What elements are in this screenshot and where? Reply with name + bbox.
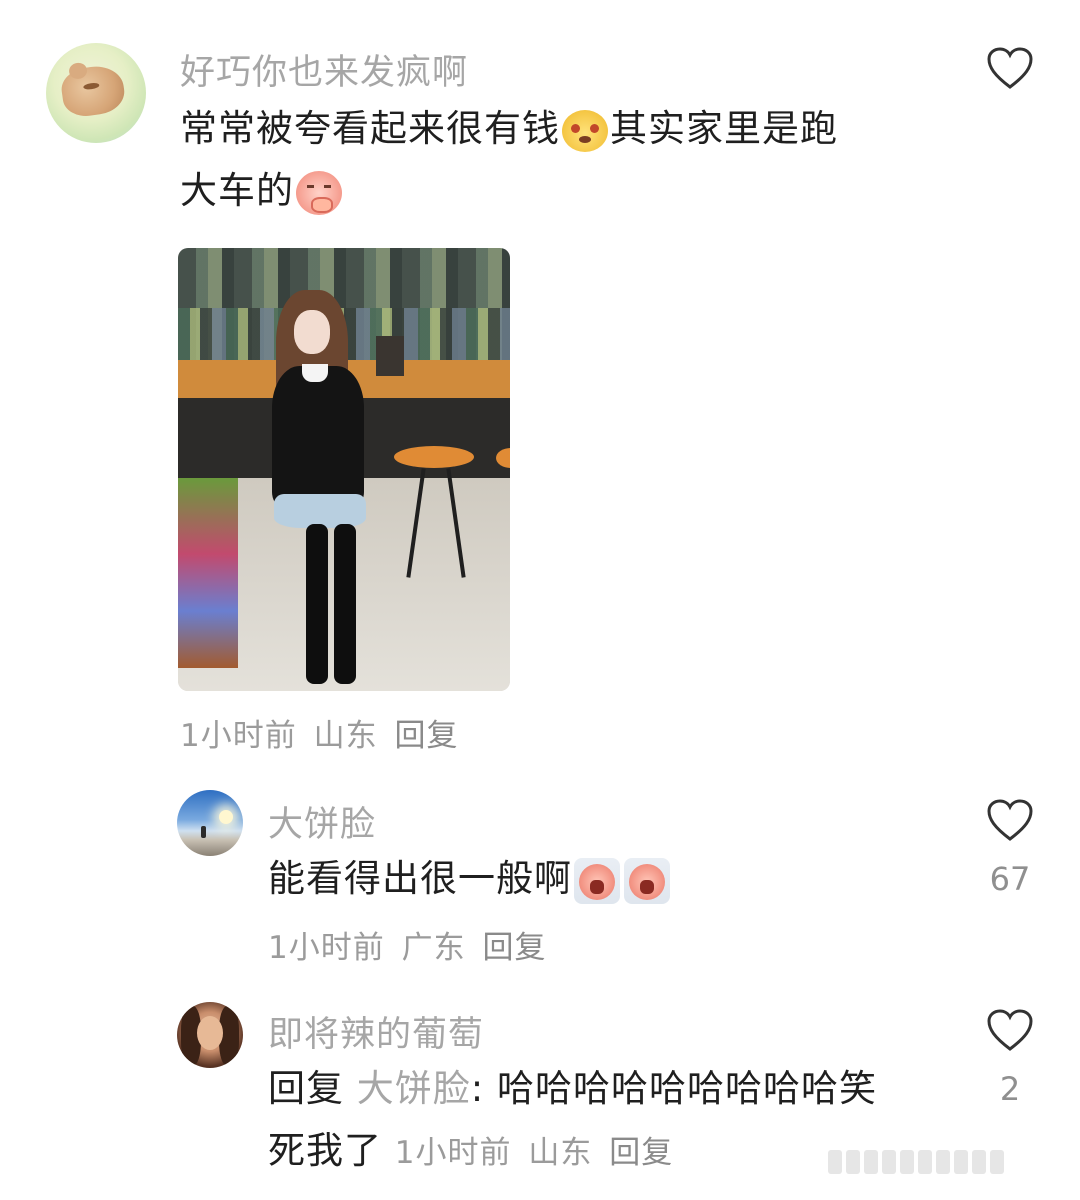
comment-meta: 1小时前 山东 回复 xyxy=(180,710,464,755)
crying-face-emoji xyxy=(624,857,670,904)
reply-to-username[interactable]: 大饼脸 xyxy=(357,1067,471,1110)
reply-button[interactable]: 回复 xyxy=(394,718,458,754)
comment-time: 1小时前 xyxy=(180,718,297,754)
comment-location: 山东 xyxy=(313,718,378,754)
comment-photo[interactable] xyxy=(178,248,510,691)
like-count: 67 xyxy=(989,860,1031,898)
reply-meta: 1小时前 广东 回复 xyxy=(268,922,552,967)
dog-face-emoji xyxy=(562,109,608,152)
sweet-face-emoji xyxy=(296,170,342,215)
reply-text-body: 能看得出很一般啊 xyxy=(268,857,572,900)
comment-text-line1: 常常被夸看起来很有钱 xyxy=(180,107,560,150)
comment-text-line1-b: 其实家里是跑 xyxy=(610,107,838,150)
reply-username[interactable]: 大饼脸 xyxy=(268,796,376,847)
reply-time: 1小时前 xyxy=(394,1135,512,1171)
reply-button[interactable]: 回复 xyxy=(482,930,546,966)
comment-username[interactable]: 好巧你也来发疯啊 xyxy=(180,44,468,95)
crying-face-emoji xyxy=(574,857,620,904)
reply-button[interactable]: 回复 xyxy=(609,1135,673,1171)
avatar[interactable] xyxy=(46,43,146,143)
heart-outline-icon[interactable] xyxy=(986,1008,1034,1052)
comment-text-line2: 大车的 xyxy=(180,169,294,212)
like-count: 2 xyxy=(999,1070,1021,1108)
watermark xyxy=(828,1150,1058,1178)
heart-outline-icon[interactable] xyxy=(986,46,1034,90)
reply-text-body: : 哈哈哈哈哈哈哈哈哈笑 xyxy=(470,1067,877,1110)
comment-text: 常常被夸看起来很有钱 其实家里是跑 大车的 xyxy=(180,98,920,222)
heart-outline-icon[interactable] xyxy=(986,798,1034,842)
reply-text: 能看得出很一般啊 xyxy=(268,848,888,910)
reply-location: 广东 xyxy=(401,930,466,966)
reply-location: 山东 xyxy=(528,1135,593,1171)
avatar[interactable] xyxy=(177,1002,243,1068)
avatar[interactable] xyxy=(177,790,243,856)
reply-text-body-line2: 死我了 xyxy=(268,1129,382,1172)
reply-meta: 1小时前 山东 回复 xyxy=(395,1135,679,1171)
reply-time: 1小时前 xyxy=(268,930,385,966)
reply-prefix: 回复 xyxy=(268,1067,344,1110)
reply-username[interactable]: 即将辣的葡萄 xyxy=(268,1006,484,1057)
